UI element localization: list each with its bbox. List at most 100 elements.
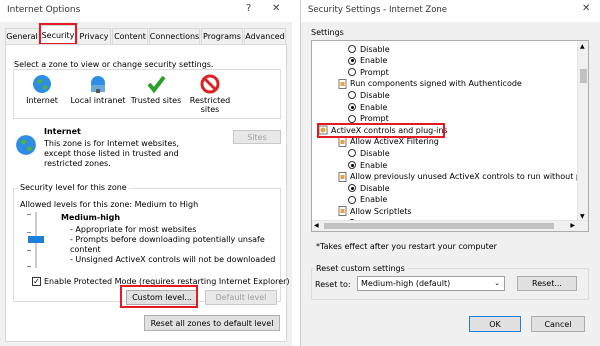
radio-button[interactable] bbox=[348, 68, 356, 77]
tab-privacy[interactable]: Privacy bbox=[77, 28, 111, 44]
tab-security[interactable]: Security bbox=[40, 25, 76, 45]
setting-radio-option[interactable]: Enable bbox=[348, 194, 387, 206]
document-icon bbox=[338, 206, 347, 217]
zone-trusted-sites[interactable]: Trusted sites bbox=[128, 74, 184, 105]
reset-to-dropdown[interactable]: Medium-high (default) ⌄ bbox=[357, 276, 505, 291]
tab-advanced[interactable]: Advanced bbox=[244, 28, 286, 44]
setting-radio-option[interactable]: Prompt bbox=[348, 113, 389, 125]
tab-general[interactable]: General bbox=[5, 28, 39, 44]
setting-radio-option[interactable]: Disable bbox=[348, 43, 390, 55]
chevron-down-icon: ⌄ bbox=[494, 279, 500, 287]
setting-label: Enable bbox=[360, 195, 388, 205]
zone-restricted-sites[interactable]: Restricted sites bbox=[182, 74, 238, 114]
radio-button[interactable] bbox=[348, 114, 356, 123]
ok-button[interactable]: OK bbox=[469, 316, 521, 332]
zone-description-line: This zone is for Internet websites, bbox=[44, 139, 180, 148]
globe-icon bbox=[33, 75, 51, 93]
tab-connections[interactable]: Connections bbox=[149, 28, 200, 44]
slider-tick bbox=[27, 266, 31, 267]
zone-local-intranet[interactable]: Local intranet bbox=[70, 74, 126, 105]
radio-button[interactable] bbox=[348, 56, 356, 65]
level-bullet: - Unsigned ActiveX controls will not be … bbox=[70, 255, 276, 264]
setting-heading: Allow previously unused ActiveX controls… bbox=[338, 171, 589, 183]
zone-label: Internet bbox=[26, 96, 58, 105]
reset-all-zones-button[interactable]: Reset all zones to default level bbox=[144, 315, 280, 331]
setting-label: Enable bbox=[360, 160, 388, 170]
horizontal-scrollbar[interactable]: ◀ ▶ bbox=[312, 220, 588, 231]
default-level-button[interactable]: Default level bbox=[205, 290, 277, 305]
help-button[interactable]: ? bbox=[246, 3, 251, 14]
document-icon bbox=[338, 78, 347, 89]
setting-label: ActiveX controls and plug-ins bbox=[331, 125, 448, 135]
security-slider[interactable] bbox=[22, 212, 50, 268]
reset-button[interactable]: Reset... bbox=[517, 276, 577, 291]
setting-radio-option[interactable]: Enable bbox=[348, 55, 387, 67]
settings-category-icon bbox=[318, 125, 328, 135]
zone-label: Restricted sites bbox=[189, 96, 231, 114]
settings-tree[interactable]: Disable Enable Prompt Run components signed… bbox=[311, 40, 589, 232]
scrollbar-thumb[interactable] bbox=[580, 69, 587, 83]
setting-label: Allow previously unused ActiveX controls… bbox=[350, 172, 589, 182]
slider-tick bbox=[27, 214, 31, 215]
radio-button[interactable] bbox=[348, 91, 356, 100]
radio-button[interactable] bbox=[348, 184, 356, 193]
reset-group-label: Reset custom settings bbox=[314, 264, 407, 273]
zone-label: Local intranet bbox=[70, 96, 126, 105]
reset-to-value: Medium-high (default) bbox=[361, 279, 451, 288]
setting-label: Enable bbox=[360, 102, 388, 112]
setting-radio-option[interactable]: Disable bbox=[348, 182, 390, 194]
vertical-scrollbar[interactable]: ▲ ▼ bbox=[577, 41, 588, 222]
radio-button[interactable] bbox=[348, 195, 356, 204]
setting-radio-option[interactable]: Prompt bbox=[348, 66, 389, 78]
restart-note: *Takes effect after you restart your com… bbox=[316, 242, 497, 251]
setting-radio-option[interactable]: Enable bbox=[348, 101, 387, 113]
setting-label: Allow ActiveX Filtering bbox=[350, 137, 439, 147]
reset-to-label: Reset to: bbox=[315, 280, 351, 289]
scrollbar-thumb[interactable] bbox=[324, 223, 554, 229]
setting-label: Prompt bbox=[360, 114, 389, 124]
group-label: Security level for this zone bbox=[18, 183, 129, 192]
slider-tick bbox=[27, 250, 31, 251]
setting-heading: Allow Scriptlets bbox=[338, 205, 412, 217]
radio-button[interactable] bbox=[348, 149, 356, 158]
close-button[interactable]: ✕ bbox=[272, 3, 280, 14]
setting-label: Disable bbox=[360, 90, 390, 100]
document-icon bbox=[338, 171, 347, 182]
globe-icon bbox=[16, 135, 36, 155]
tab-programs[interactable]: Programs bbox=[201, 28, 243, 44]
cancel-button[interactable]: Cancel bbox=[531, 316, 585, 332]
protected-mode-label: Enable Protected Mode (requires restarti… bbox=[44, 277, 290, 286]
scroll-up-arrow-icon[interactable]: ▲ bbox=[580, 43, 585, 50]
sites-button[interactable]: Sites bbox=[233, 130, 281, 144]
tab-content[interactable]: Content bbox=[112, 28, 148, 44]
scroll-left-arrow-icon[interactable]: ◀ bbox=[314, 222, 319, 229]
radio-button[interactable] bbox=[348, 103, 356, 111]
zone-description-line: restricted zones. bbox=[44, 159, 111, 168]
scroll-right-arrow-icon[interactable]: ▶ bbox=[570, 222, 575, 229]
radio-button[interactable] bbox=[348, 45, 356, 53]
slider-tick bbox=[27, 232, 31, 233]
settings-label: Settings bbox=[311, 28, 344, 37]
close-button[interactable]: ✕ bbox=[582, 3, 590, 14]
setting-radio-option[interactable]: Disable bbox=[348, 147, 390, 159]
setting-label: Allow Scriptlets bbox=[350, 206, 412, 216]
title-bar: Security Settings - Internet Zone ✕ bbox=[301, 0, 600, 22]
window-title: Security Settings - Internet Zone bbox=[308, 5, 448, 15]
slider-thumb[interactable] bbox=[28, 236, 44, 243]
zone-label: Trusted sites bbox=[130, 96, 182, 105]
level-bullet: - Appropriate for most websites bbox=[70, 225, 197, 234]
custom-level-button[interactable]: Custom level... bbox=[126, 290, 198, 305]
setting-radio-option[interactable]: Disable bbox=[348, 89, 390, 101]
radio-button[interactable] bbox=[348, 161, 356, 169]
window-title: Internet Options bbox=[7, 5, 81, 15]
setting-radio-option[interactable]: Enable bbox=[348, 159, 387, 171]
setting-label: Disable bbox=[360, 183, 390, 193]
scroll-down-arrow-icon[interactable]: ▼ bbox=[580, 213, 585, 220]
document-icon bbox=[338, 136, 347, 147]
zone-internet[interactable]: Internet bbox=[14, 74, 70, 105]
setting-label: Enable bbox=[360, 56, 388, 66]
protected-mode-checkbox[interactable]: ✓ Enable Protected Mode (requires restart… bbox=[32, 277, 290, 286]
security-panel: Select a zone to view or change security… bbox=[5, 44, 290, 342]
setting-category: ActiveX controls and plug-ins bbox=[318, 124, 448, 136]
zone-description-line: except those listed in trusted and bbox=[44, 149, 179, 158]
